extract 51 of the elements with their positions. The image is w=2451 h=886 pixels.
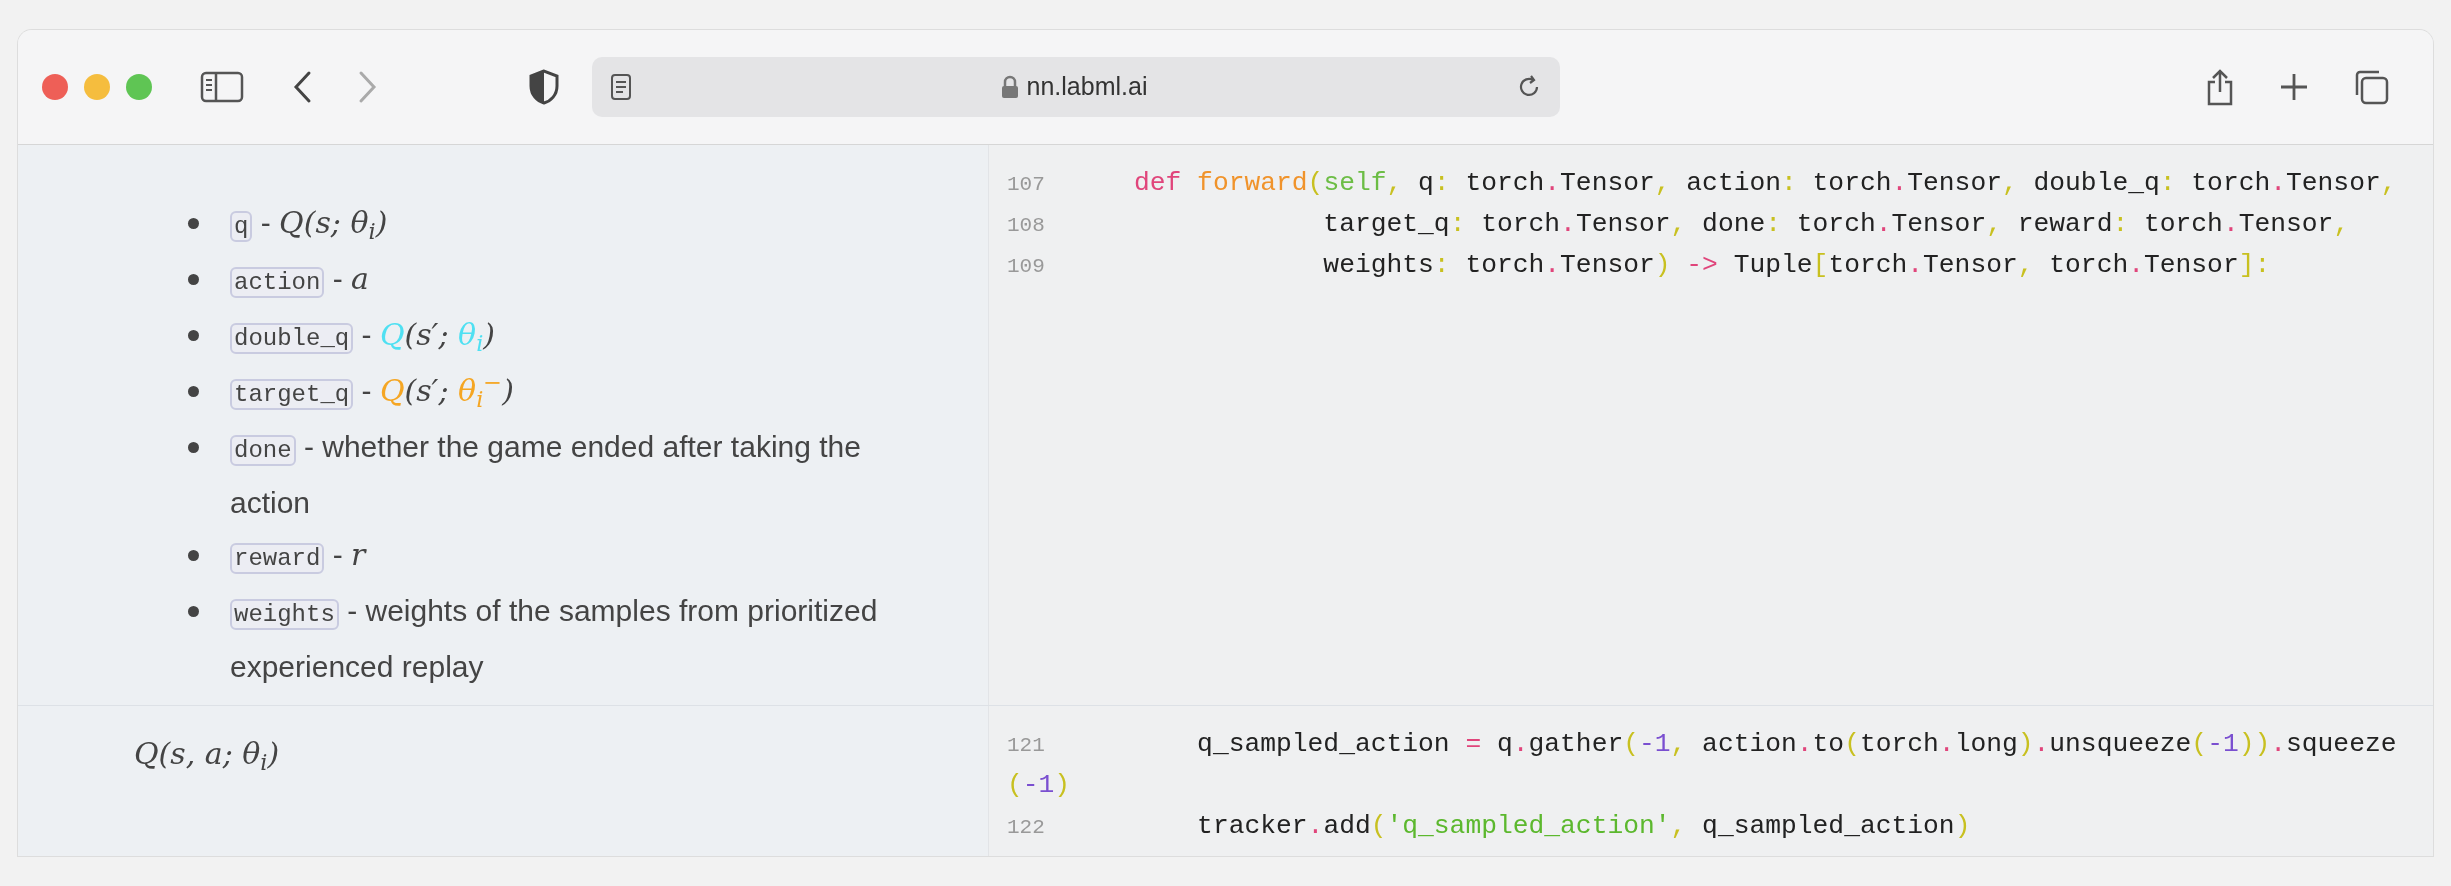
- math-term: ): [483, 317, 496, 352]
- code-line: def forward(self, q: torch.Tensor, action: torch.Tensor, double_q: torch.Tensor,: [1134, 168, 2397, 198]
- shield-icon[interactable]: [528, 69, 560, 105]
- list-item-text: weights - weights of the samples from prioritized experienced replay: [230, 593, 879, 685]
- math-term: ): [502, 373, 514, 408]
- dash: -: [361, 374, 372, 407]
- back-icon[interactable]: [292, 70, 312, 104]
- dash: -: [332, 262, 343, 295]
- math-formula: a: [351, 261, 369, 296]
- bullet: [188, 550, 199, 561]
- line-number: 107: [1006, 172, 1046, 198]
- lock-icon: [1000, 75, 1019, 99]
- code-line: (-1): [1007, 770, 1071, 800]
- page-icon[interactable]: [610, 73, 632, 101]
- line-number: 109: [1006, 254, 1046, 280]
- sidebar-icon[interactable]: [200, 71, 244, 103]
- line-number: 122: [1006, 815, 1046, 841]
- code-line: q_sampled_action = q.gather(-1, action.to(torch.long).unsqueeze(-1)).squeeze: [1196, 729, 2397, 759]
- inline-code: q: [230, 211, 253, 242]
- url-text: nn.labml.ai: [1026, 71, 1148, 103]
- line-number: 108: [1006, 213, 1046, 239]
- inline-code: target_q: [230, 379, 354, 410]
- math-term: (s′;: [404, 373, 450, 408]
- math-formula: Q(s, a; θ$_{i}$): [134, 736, 280, 771]
- inline-code: reward: [230, 543, 325, 574]
- inline-code: action: [230, 267, 325, 298]
- code-line: target_q: torch.Tensor, done: torch.Tensor, reward: torch.Tensor,: [1322, 209, 2350, 239]
- bullet: [188, 386, 199, 397]
- bullet: [188, 274, 199, 285]
- bullet: [188, 218, 199, 229]
- math-formula: Q(s; θ$_{i}$): [279, 205, 388, 240]
- math-formula: r: [351, 537, 366, 572]
- code-line: tracker.add('q_sampled_action', q_sampled_action): [1196, 811, 1971, 841]
- math-symbol: Q: [379, 373, 405, 408]
- math-term: (s′;: [404, 317, 450, 352]
- code-line: weights: torch.Tensor) -> Tuple[torch.Tensor, torch.Tensor]:: [1322, 250, 2271, 280]
- close-button[interactable]: [42, 74, 68, 100]
- bullet: [188, 330, 199, 341]
- address-bar[interactable]: nn.labml.ai: [592, 57, 1560, 117]
- line-number: 121: [1006, 733, 1046, 759]
- math-symbol: θ$_{i}$: [458, 317, 484, 352]
- dash: -: [260, 206, 271, 239]
- new-tab-icon[interactable]: [2279, 72, 2309, 102]
- share-icon[interactable]: [2205, 68, 2235, 106]
- bullet: [188, 442, 199, 453]
- dash: -: [332, 538, 343, 571]
- math-symbol: Q: [379, 317, 405, 352]
- dash: -: [361, 318, 372, 351]
- tabs-icon[interactable]: [2353, 69, 2389, 105]
- bullet: [188, 606, 199, 617]
- inline-code: double_q: [230, 323, 354, 354]
